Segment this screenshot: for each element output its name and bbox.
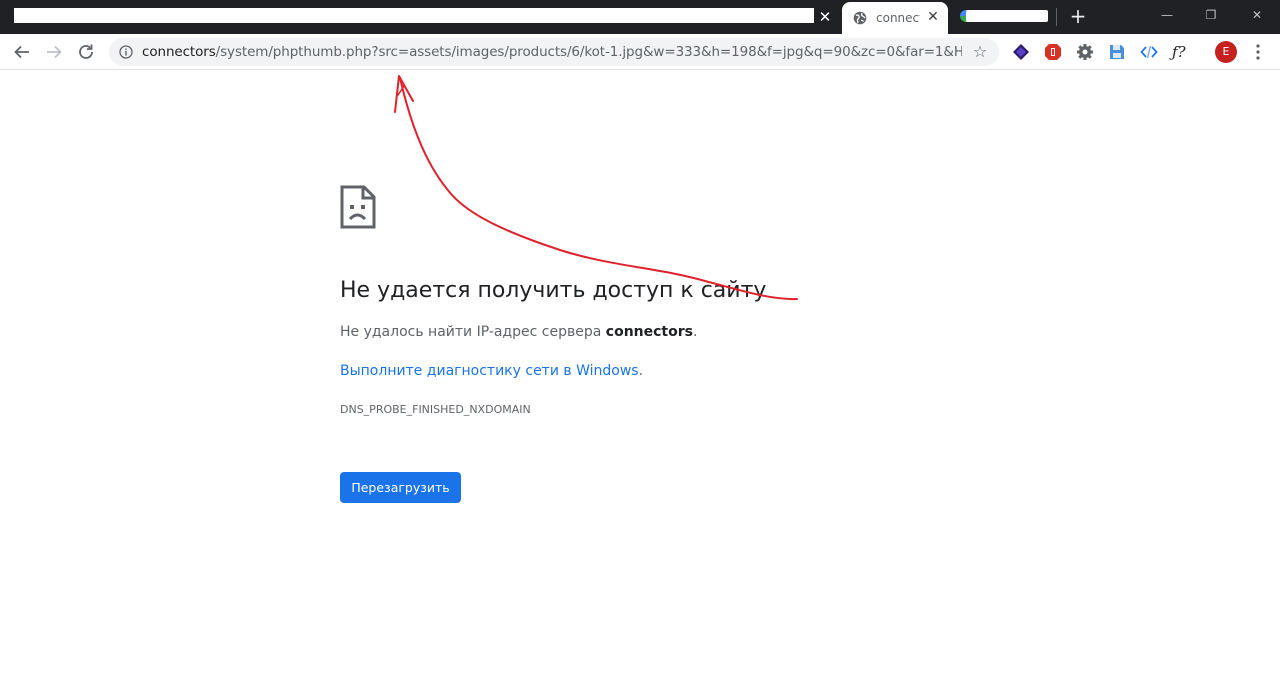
toolbar: connectors/system/phpthumb.php?src=asset… (0, 34, 1280, 70)
error-description: Не удалось найти IP-адрес сервера connec… (340, 323, 940, 341)
url-path: /system/phpthumb.php?src=assets/images/p… (215, 44, 962, 60)
back-icon[interactable] (10, 40, 34, 64)
fx-extension-icon[interactable]: ƒ? (1172, 42, 1194, 62)
reload-button[interactable]: Перезагрузить (340, 472, 461, 503)
forward-icon[interactable] (42, 40, 66, 64)
diagnostics-link[interactable]: Выполните диагностику сети в Windows (340, 363, 639, 379)
tab-active[interactable]: connectors ✕ (842, 2, 948, 34)
error-heading: Не удается получить доступ к сайту (340, 278, 767, 303)
diamond-extension-icon[interactable] (1012, 43, 1030, 61)
url-text[interactable]: connectors/system/phpthumb.php?src=asset… (142, 44, 962, 60)
window-close-button[interactable]: ✕ (1246, 6, 1268, 24)
avatar[interactable]: E (1215, 41, 1237, 63)
error-code: DNS_PROBE_FINISHED_NXDOMAIN (340, 403, 531, 416)
reload-icon[interactable] (74, 40, 98, 64)
gear-extension-icon[interactable] (1076, 43, 1094, 61)
error-description-suffix: . (692, 324, 698, 340)
redacted-tab-title[interactable] (966, 10, 1048, 22)
diagnostics-suffix: . (638, 363, 644, 379)
save-extension-icon[interactable] (1108, 43, 1126, 61)
diagnostics-line: Выполните диагностику сети в Windows. (340, 362, 940, 380)
tab-close-icon[interactable]: ✕ (817, 9, 833, 25)
tab-separator (1056, 8, 1057, 26)
bookmark-star-icon[interactable]: ☆ (971, 43, 989, 61)
globe-icon (853, 11, 867, 25)
sad-document-icon (340, 185, 376, 229)
error-description-text: Не удалось найти IP-адрес сервера (340, 324, 606, 340)
new-tab-button[interactable]: + (1068, 6, 1088, 26)
minimize-button[interactable]: — (1156, 6, 1178, 24)
code-extension-icon[interactable] (1140, 43, 1158, 61)
restore-button[interactable]: ❐ (1200, 6, 1222, 24)
error-host: connectors (605, 324, 693, 340)
redacted-tabs (14, 8, 814, 23)
tab-title: connectors (876, 11, 920, 25)
info-icon[interactable] (119, 45, 133, 59)
tab-close-icon[interactable]: ✕ (925, 9, 941, 25)
shield-extension-icon[interactable] (1044, 43, 1062, 61)
address-bar[interactable]: connectors/system/phpthumb.php?src=asset… (109, 38, 999, 66)
tab-strip: ✕ connectors ✕ + — ❐ ✕ (0, 0, 1280, 34)
menu-dots-icon[interactable] (1248, 42, 1268, 62)
url-host: connectors (142, 44, 216, 60)
